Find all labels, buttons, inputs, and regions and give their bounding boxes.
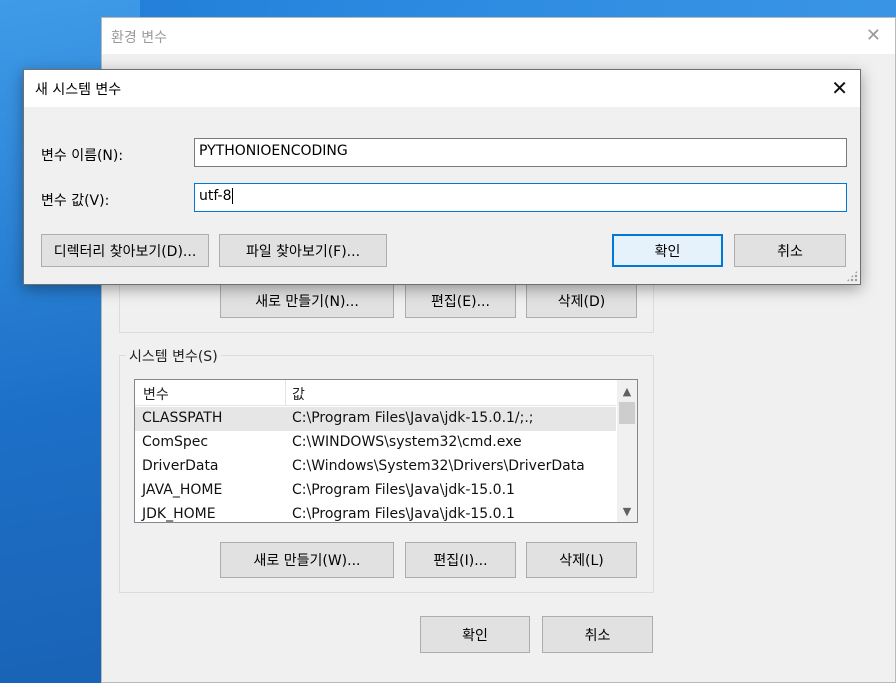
system-edit-button[interactable]: 편집(I)... <box>405 542 516 578</box>
variable-value-field[interactable]: utf-8 <box>194 183 847 212</box>
env-ok-button[interactable]: 확인 <box>420 616 530 653</box>
env-titlebar: 환경 변수 ✕ <box>102 18 895 54</box>
dialog-titlebar: 새 시스템 변수 ✕ <box>24 70 860 107</box>
column-header-value[interactable]: 값 <box>292 384 305 404</box>
system-variables-label: 시스템 변수(S) <box>126 346 221 366</box>
list-header: 변수 값 <box>135 380 616 406</box>
row-value: C:\Program Files\Java\jdk-15.0.1/;.; <box>292 410 534 426</box>
row-name: JAVA_HOME <box>142 482 223 498</box>
close-icon[interactable]: ✕ <box>831 76 848 100</box>
variable-name-label: 변수 이름(N): <box>41 148 124 164</box>
table-row[interactable]: ComSpec C:\WINDOWS\system32\cmd.exe <box>135 431 616 455</box>
resize-grip-icon[interactable] <box>846 270 858 282</box>
row-name: DriverData <box>142 458 219 474</box>
scroll-down-icon[interactable]: ▼ <box>617 502 637 522</box>
user-edit-button[interactable]: 편집(E)... <box>405 284 516 318</box>
user-delete-button[interactable]: 삭제(D) <box>526 284 637 318</box>
row-name: CLASSPATH <box>142 410 223 426</box>
system-delete-button[interactable]: 삭제(L) <box>526 542 637 578</box>
browse-directory-button[interactable]: 디렉터리 찾아보기(D)... <box>41 234 209 267</box>
table-row[interactable]: DriverData C:\Windows\System32\Drivers\D… <box>135 455 616 479</box>
row-name: JDK_HOME <box>142 506 216 522</box>
variable-value-label: 변수 값(V): <box>41 193 110 209</box>
row-name: ComSpec <box>142 434 209 450</box>
dialog-cancel-button[interactable]: 취소 <box>734 234 846 267</box>
env-cancel-button[interactable]: 취소 <box>542 616 653 653</box>
user-new-button[interactable]: 새로 만들기(N)... <box>220 284 394 318</box>
system-new-button[interactable]: 새로 만들기(W)... <box>220 542 394 578</box>
dialog-ok-button[interactable]: 확인 <box>612 234 723 267</box>
new-system-variable-dialog: 새 시스템 변수 ✕ 변수 이름(N): PYTHONIOENCODING 변수… <box>23 69 861 285</box>
row-value: C:\Program Files\Java\jdk-15.0.1 <box>292 506 515 522</box>
table-row[interactable]: JDK_HOME C:\Program Files\Java\jdk-15.0.… <box>135 503 616 522</box>
close-icon[interactable]: ✕ <box>866 25 881 46</box>
env-window-title: 환경 변수 <box>111 30 167 46</box>
variable-name-value: PYTHONIOENCODING <box>199 143 348 159</box>
column-header-variable[interactable]: 변수 <box>143 384 169 404</box>
vertical-scrollbar[interactable]: ▲ ▼ <box>617 380 637 522</box>
row-value: C:\Windows\System32\Drivers\DriverData <box>292 458 585 474</box>
scroll-up-icon[interactable]: ▲ <box>617 382 637 402</box>
row-value: C:\WINDOWS\system32\cmd.exe <box>292 434 522 450</box>
text-caret <box>232 188 234 204</box>
system-variables-list[interactable]: 변수 값 CLASSPATH C:\Program Files\Java\jdk… <box>134 379 638 523</box>
dialog-title: 새 시스템 변수 <box>35 82 122 98</box>
column-divider[interactable] <box>285 380 286 406</box>
table-row[interactable]: JAVA_HOME C:\Program Files\Java\jdk-15.0… <box>135 479 616 503</box>
row-value: C:\Program Files\Java\jdk-15.0.1 <box>292 482 515 498</box>
variable-value-text: utf-8 <box>199 188 232 204</box>
variable-name-field[interactable]: PYTHONIOENCODING <box>194 138 847 167</box>
scroll-thumb[interactable] <box>619 402 635 424</box>
table-row[interactable]: CLASSPATH C:\Program Files\Java\jdk-15.0… <box>135 407 616 431</box>
browse-file-button[interactable]: 파일 찾아보기(F)... <box>219 234 387 267</box>
